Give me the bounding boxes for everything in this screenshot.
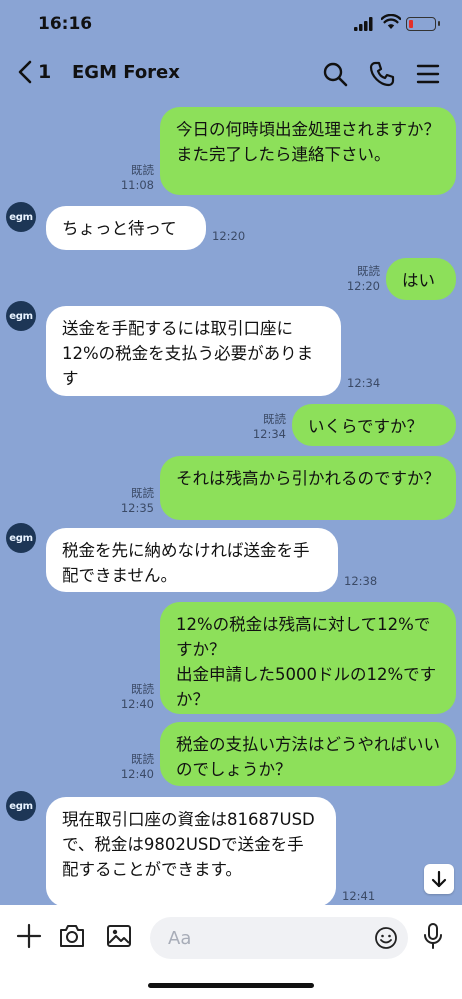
- incoming-message[interactable]: 税金を先に納めなければ送金を手配できません。: [46, 528, 338, 592]
- outgoing-message[interactable]: はい: [386, 258, 456, 300]
- read-receipt: 既読 11:08: [120, 163, 154, 192]
- read-receipt: 既読 12:40: [120, 682, 154, 711]
- scroll-to-bottom-button[interactable]: [424, 864, 454, 894]
- camera-icon[interactable]: [57, 921, 87, 951]
- avatar[interactable]: egm: [6, 301, 36, 331]
- message-time: 12:38: [344, 574, 378, 588]
- outgoing-message[interactable]: 12%の税金は残高に対して12%ですか？ 出金申請した5000ドルの12%ですか…: [160, 602, 456, 714]
- arrow-down-icon: [431, 870, 447, 888]
- unread-count: 1: [38, 61, 52, 83]
- message-time: 12:34: [347, 376, 381, 390]
- avatar[interactable]: egm: [6, 791, 36, 821]
- microphone-icon[interactable]: [420, 921, 450, 951]
- status-time: 16:16: [38, 14, 93, 34]
- read-receipt: 既読 12:35: [120, 486, 154, 515]
- chat-title: EGM Forex: [72, 62, 180, 83]
- chat-header: 1 EGM Forex: [0, 50, 462, 100]
- wifi-icon: [380, 13, 402, 34]
- menu-icon[interactable]: [414, 60, 442, 88]
- read-receipt: 既読 12:20: [346, 264, 380, 293]
- outgoing-message[interactable]: それは残高から引かれるのですか？: [160, 456, 456, 520]
- plus-icon[interactable]: [14, 921, 44, 951]
- incoming-message[interactable]: 送金を手配するには取引口座に12%の税金を支払う必要があります: [46, 306, 341, 396]
- message-time: 12:20: [212, 229, 246, 243]
- read-receipt: 既読 12:40: [120, 752, 154, 781]
- status-bar: 16:16: [0, 0, 462, 50]
- search-icon[interactable]: [321, 60, 349, 88]
- outgoing-message[interactable]: 税金の支払い方法はどうやればいいのでしょうか？: [160, 722, 456, 786]
- chevron-left-icon: [18, 60, 32, 84]
- signal-icon: [354, 16, 374, 35]
- battery-icon: [406, 17, 440, 31]
- avatar[interactable]: egm: [6, 523, 36, 553]
- avatar[interactable]: egm: [6, 202, 36, 232]
- incoming-message[interactable]: ちょっと待って: [46, 206, 206, 250]
- home-indicator: [148, 983, 314, 988]
- read-receipt: 既読 12:34: [252, 412, 286, 441]
- incoming-message[interactable]: 現在取引口座の資金は81687USDで、税金は9802USDで送金を手配すること…: [46, 797, 336, 907]
- message-input[interactable]: [150, 917, 408, 959]
- back-button[interactable]: 1: [18, 60, 51, 84]
- message-time: 12:41: [342, 889, 376, 903]
- image-icon[interactable]: [104, 921, 134, 951]
- outgoing-message[interactable]: 今日の何時頃出金処理されますか？また完了したら連絡下さい。: [160, 107, 456, 195]
- emoji-icon[interactable]: [374, 926, 398, 954]
- phone-icon[interactable]: [368, 60, 396, 88]
- outgoing-message[interactable]: いくらですか？: [292, 404, 456, 446]
